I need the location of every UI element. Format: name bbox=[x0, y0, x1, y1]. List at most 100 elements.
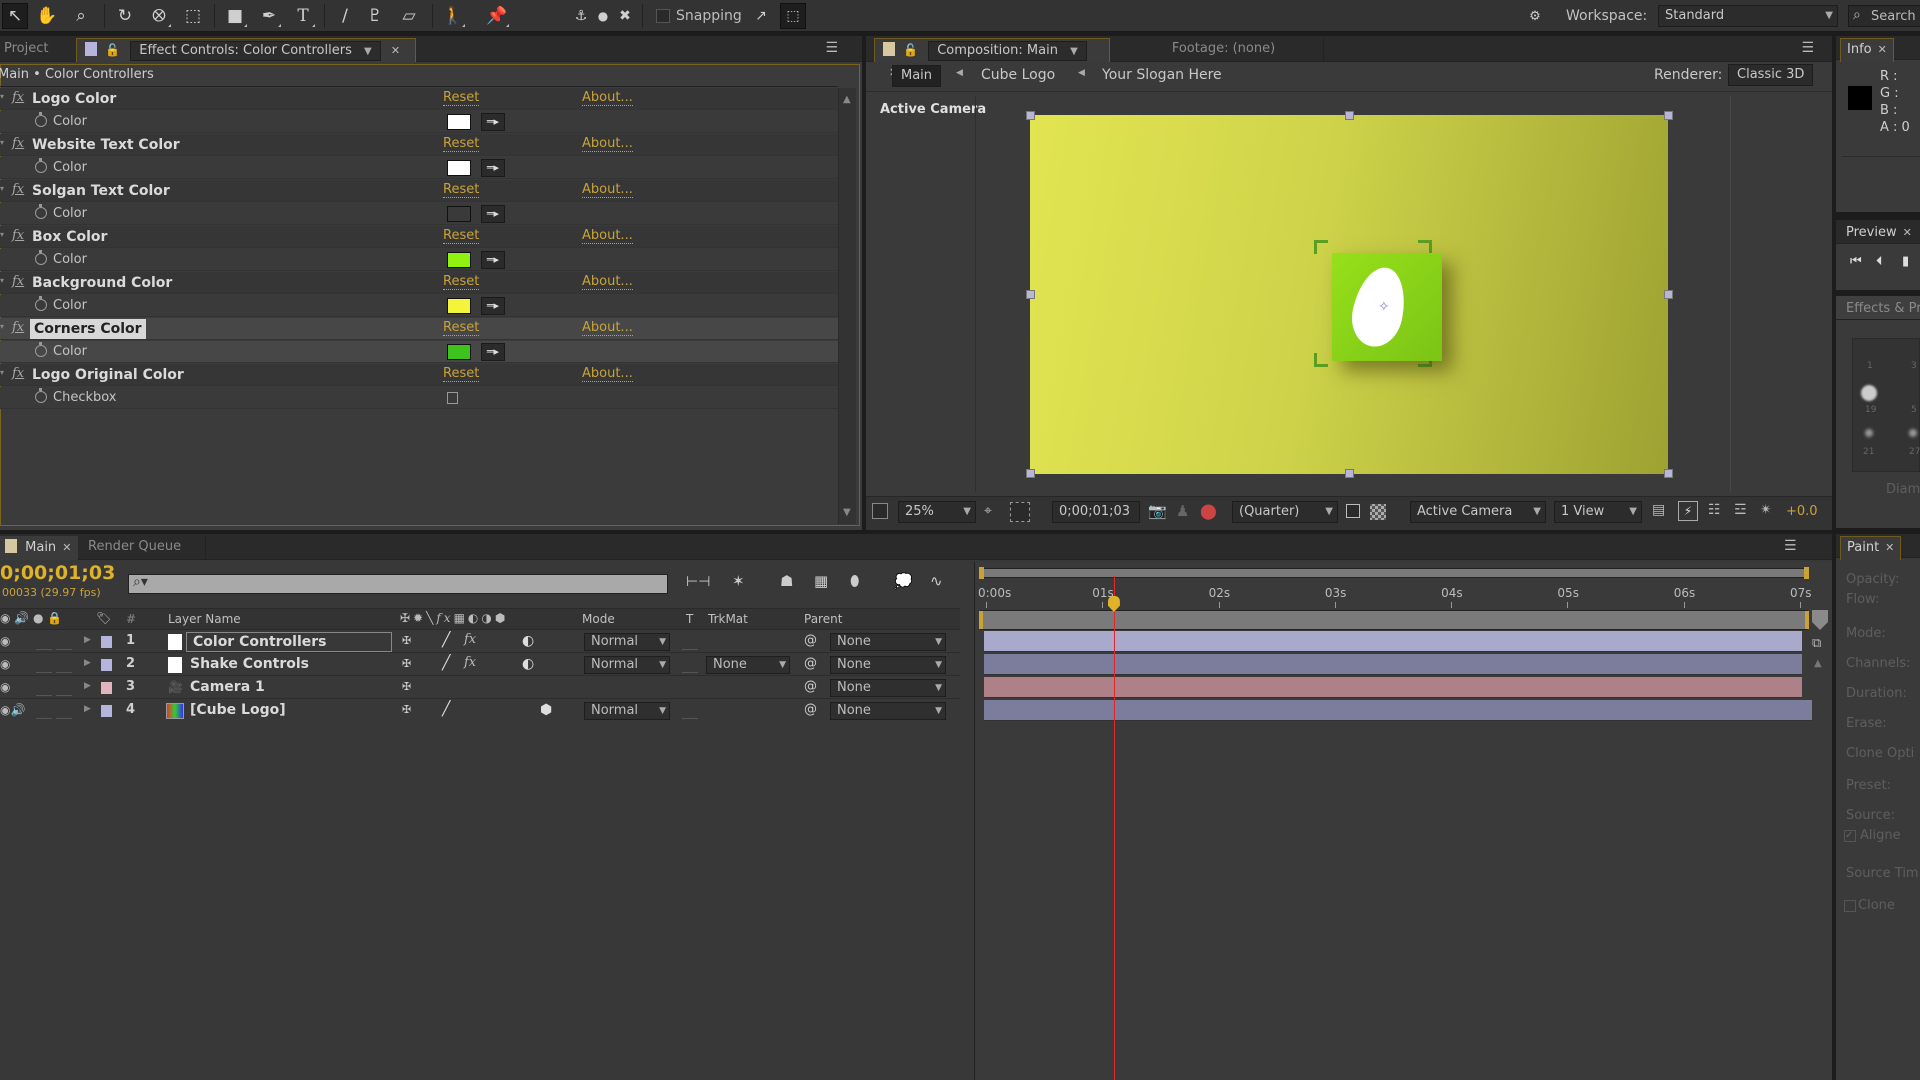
reset-link[interactable]: Reset bbox=[443, 229, 480, 244]
workspace-gear-icon[interactable]: ⚙ bbox=[1522, 3, 1548, 29]
fx-icon[interactable]: fx bbox=[12, 136, 24, 151]
quality-switch-icon[interactable]: ╱ bbox=[442, 632, 450, 648]
transparency-grid-icon[interactable] bbox=[1010, 502, 1030, 522]
expand-arrow-icon[interactable]: ▾ bbox=[0, 276, 4, 285]
track-matte-dropdown[interactable]: None ▼ bbox=[706, 656, 790, 674]
eyedropper-icon[interactable]: ═▸ bbox=[481, 297, 505, 315]
type-tool-icon[interactable]: T bbox=[290, 3, 316, 29]
fx-icon[interactable]: fx bbox=[12, 274, 24, 289]
expand-arrow-icon[interactable]: ▶ bbox=[84, 681, 91, 691]
expand-arrow-icon[interactable]: ▾ bbox=[0, 322, 4, 331]
exposure-value[interactable]: +0.0 bbox=[1786, 504, 1818, 519]
label-color[interactable] bbox=[101, 705, 112, 717]
composition-mini-flowchart-icon[interactable]: ⊢⊣ bbox=[686, 574, 710, 590]
stopwatch-icon[interactable] bbox=[35, 204, 47, 219]
previous-frame-icon[interactable]: ⏴ bbox=[1876, 254, 1883, 269]
parent-dropdown[interactable]: None ▼ bbox=[830, 702, 946, 720]
quality-switch-icon[interactable]: ╱ bbox=[442, 655, 450, 671]
stopwatch-icon[interactable] bbox=[35, 250, 47, 265]
brush-tool-icon[interactable]: ∕ bbox=[332, 3, 358, 29]
layer-row[interactable]: ◉ ▶ 2 Shake Controls ✠ ╱ fx ◐ Normal ▼ None ▼ @ None ▼ bbox=[0, 654, 960, 676]
transform-handle[interactable] bbox=[1664, 111, 1673, 120]
magnification-dropdown[interactable]: 25% ▼ bbox=[898, 501, 976, 523]
expand-arrow-icon[interactable]: ▶ bbox=[84, 704, 91, 714]
nav-cube-logo[interactable]: Cube Logo bbox=[981, 67, 1055, 83]
workspace-dropdown[interactable]: Standard ▼ bbox=[1658, 5, 1838, 27]
stopwatch-icon[interactable] bbox=[35, 158, 47, 173]
brainstorm-icon[interactable]: 💭 bbox=[894, 572, 913, 590]
about-link[interactable]: About... bbox=[582, 91, 633, 106]
reset-exposure-icon[interactable]: ✴ bbox=[1760, 502, 1772, 518]
color-swatch[interactable] bbox=[447, 344, 471, 360]
lock-toggle[interactable] bbox=[56, 703, 72, 719]
visibility-eye-icon[interactable]: ◉🔊 bbox=[0, 703, 25, 717]
solo-toggle[interactable] bbox=[36, 657, 52, 673]
hand-tool-icon[interactable]: ✋ bbox=[34, 3, 60, 29]
fx-icon[interactable]: fx bbox=[12, 228, 24, 243]
composition-canvas[interactable]: ✧ bbox=[1030, 115, 1668, 474]
current-time-display[interactable]: 0;00;01;03 bbox=[1052, 501, 1140, 523]
color-swatch[interactable] bbox=[447, 252, 471, 268]
eraser-tool-icon[interactable]: ▱ bbox=[396, 3, 422, 29]
tab-render-queue[interactable]: Render Queue bbox=[80, 536, 206, 560]
rotation-tool-icon[interactable]: ↻ bbox=[112, 3, 138, 29]
clone-source-overlay-checkbox[interactable] bbox=[1844, 900, 1856, 912]
composition-dropdown[interactable]: Composition: Main ▼ bbox=[928, 41, 1087, 61]
effect-row[interactable]: ▾ fx Background Color Reset About... bbox=[0, 272, 838, 294]
time-navigator[interactable] bbox=[979, 567, 1809, 579]
timeline-icon[interactable]: ☷ bbox=[1708, 502, 1721, 518]
always-preview-icon[interactable] bbox=[872, 503, 888, 519]
effect-name[interactable]: Box Color bbox=[32, 229, 107, 245]
shy-switch-icon[interactable]: ✠ bbox=[402, 634, 411, 647]
adjustment-layer-icon[interactable]: ◐ bbox=[522, 656, 534, 672]
pan-behind-tool-icon[interactable]: ⬚ bbox=[180, 3, 206, 29]
color-swatch[interactable] bbox=[447, 298, 471, 314]
lock-toggle[interactable] bbox=[56, 680, 72, 696]
panel-menu-icon[interactable]: ☰ bbox=[1784, 538, 1797, 554]
visibility-eye-icon[interactable]: ◉ bbox=[0, 634, 10, 648]
close-icon[interactable]: ✕ bbox=[391, 44, 400, 57]
tab-effect-controls[interactable]: 🔓 Effect Controls: Color Controllers ▼ ✕ bbox=[76, 38, 416, 62]
label-color[interactable] bbox=[101, 682, 112, 694]
transform-handle[interactable] bbox=[1664, 290, 1673, 299]
layer-duration-bar[interactable] bbox=[984, 677, 1802, 698]
eyedropper-icon[interactable]: ═▸ bbox=[481, 343, 505, 361]
brush-tip-selected[interactable] bbox=[1861, 385, 1877, 401]
effect-switch-icon[interactable]: fx bbox=[464, 655, 476, 670]
comp-marker-bin-icon[interactable] bbox=[1812, 610, 1828, 630]
effect-row[interactable]: ▾ fx Website Text Color Reset About... bbox=[0, 134, 838, 156]
tab-info[interactable]: Info ✕ bbox=[1840, 38, 1894, 62]
scroll-down-icon[interactable]: ▼ bbox=[843, 507, 851, 518]
snapping-checkbox[interactable] bbox=[656, 9, 670, 23]
expand-arrow-icon[interactable]: ▶ bbox=[84, 635, 91, 645]
tab-composition[interactable]: 🔓 Composition: Main ▼ ✕ bbox=[874, 38, 1110, 79]
tab-main-timeline[interactable]: Main ✕ bbox=[0, 536, 79, 560]
shy-switch-icon[interactable]: ✠ bbox=[402, 680, 411, 693]
layer-name[interactable]: Color Controllers bbox=[186, 632, 392, 652]
nav-main[interactable]: Main bbox=[892, 65, 942, 87]
selection-tool-icon[interactable]: ↖ bbox=[2, 3, 28, 29]
preserve-transparency-toggle[interactable] bbox=[682, 703, 698, 719]
layer-row[interactable]: ◉🔊 ▶ 4 [Cube Logo] ✠ ╱ ⬢ Normal ▼ @ None ▼ bbox=[0, 700, 960, 722]
layer-duration-bar[interactable] bbox=[984, 654, 1802, 675]
fx-icon[interactable]: fx bbox=[12, 366, 24, 381]
parent-pickwhip-icon[interactable]: @ bbox=[804, 633, 817, 648]
color-swatch[interactable] bbox=[447, 206, 471, 222]
show-snapshot-icon[interactable]: ♟ bbox=[1176, 502, 1189, 520]
nav-your-slogan-here[interactable]: Your Slogan Here bbox=[1102, 67, 1222, 83]
layer-duration-bar[interactable] bbox=[984, 700, 1812, 721]
search-help-input[interactable]: ⌕ Search Help bbox=[1848, 5, 1920, 27]
stopwatch-icon[interactable] bbox=[35, 296, 47, 311]
tab-effects-presets[interactable]: Effects & Presets bbox=[1840, 298, 1920, 322]
tab-project[interactable]: Project bbox=[0, 38, 56, 62]
shy-switch-icon[interactable]: ✠ bbox=[402, 703, 411, 716]
clone-stamp-tool-icon[interactable]: ♇ bbox=[362, 3, 388, 29]
transform-handle[interactable] bbox=[1345, 111, 1354, 120]
brush-tips-grid[interactable]: 1 3 19 5 21 27 bbox=[1852, 338, 1920, 472]
snapshot-camera-icon[interactable]: 📷 bbox=[1148, 502, 1167, 520]
effect-row[interactable]: ▾ fx Logo Color Reset About... bbox=[0, 88, 838, 110]
adjustment-layer-icon[interactable]: ◐ bbox=[522, 633, 534, 649]
expand-arrow-icon[interactable]: ▾ bbox=[0, 138, 4, 147]
parent-dropdown[interactable]: None ▼ bbox=[830, 656, 946, 674]
blend-mode-dropdown[interactable]: Normal ▼ bbox=[584, 633, 670, 651]
